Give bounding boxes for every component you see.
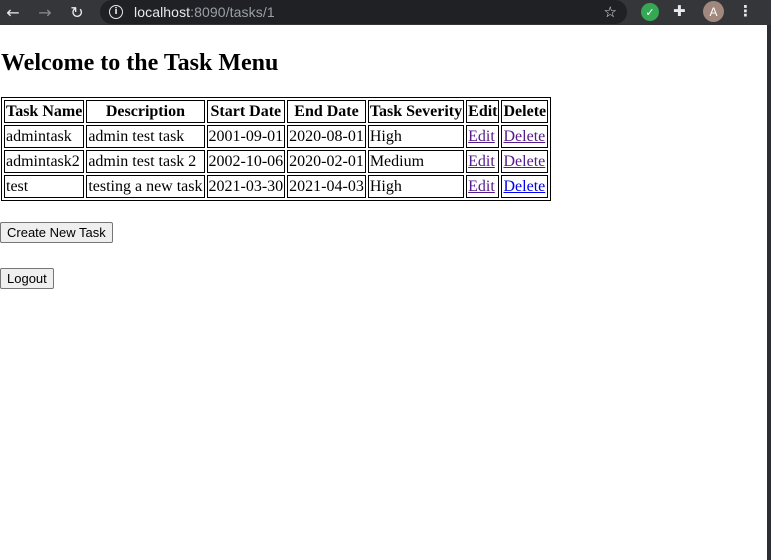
delete-link[interactable]: Delete (503, 153, 545, 170)
edit-link[interactable]: Edit (468, 128, 495, 145)
severity-cell: Medium (367, 150, 465, 173)
window-edge (767, 25, 771, 560)
url-text[interactable]: localhost:8090/tasks/1 (134, 4, 275, 20)
table-row: admintask2 admin test task 2 2002-10-06 … (4, 150, 549, 173)
reload-icon[interactable]: ↻ (64, 0, 90, 25)
logout-button[interactable]: Logout (0, 268, 54, 289)
description-cell: testing a new task (86, 175, 205, 198)
end-date-cell: 2020-02-01 (287, 150, 366, 173)
page-title: Welcome to the Task Menu (1, 50, 279, 76)
start-date-cell: 2021-03-30 (206, 175, 286, 198)
create-new-task-button[interactable]: Create New Task (0, 222, 113, 243)
address-bar[interactable]: i localhost:8090/tasks/1 ☆ (100, 0, 627, 24)
severity-cell: High (367, 175, 465, 198)
site-info-icon[interactable]: i (109, 5, 123, 19)
end-date-cell: 2021-04-03 (287, 175, 366, 198)
browser-menu-icon[interactable]: ⋮ (738, 2, 753, 20)
description-cell: admin test task (86, 125, 205, 148)
end-date-cell: 2020-08-01 (287, 125, 366, 148)
url-path: :8090/tasks/1 (190, 4, 275, 20)
column-header: Start Date (206, 100, 286, 123)
delete-link[interactable]: Delete (503, 128, 545, 145)
table-row: test testing a new task 2021-03-30 2021-… (4, 175, 549, 198)
column-header: Task Severity (367, 100, 465, 123)
description-cell: admin test task 2 (86, 150, 205, 173)
edit-cell: Edit (466, 150, 500, 173)
column-header: Description (86, 100, 205, 123)
task-name-cell: admintask2 (4, 150, 85, 173)
delete-cell: Delete (501, 175, 549, 198)
extension-check-icon[interactable]: ✓ (641, 3, 659, 21)
url-host: localhost (134, 4, 191, 20)
column-header: Task Name (4, 100, 85, 123)
edit-link[interactable]: Edit (468, 178, 495, 195)
task-table: Task Name Description Start Date End Dat… (1, 97, 552, 201)
start-date-cell: 2001-09-01 (206, 125, 286, 148)
task-name-cell: admintask (4, 125, 85, 148)
column-header: Delete (501, 100, 549, 123)
table-row: admintask admin test task 2001-09-01 202… (4, 125, 549, 148)
forward-arrow-icon[interactable]: → (32, 0, 58, 25)
column-header: End Date (287, 100, 366, 123)
profile-avatar[interactable]: A (703, 1, 724, 22)
bookmark-star-icon[interactable]: ☆ (604, 3, 617, 21)
back-arrow-icon[interactable]: ← (0, 0, 26, 25)
edit-cell: Edit (466, 125, 500, 148)
start-date-cell: 2002-10-06 (206, 150, 286, 173)
edit-cell: Edit (466, 175, 500, 198)
delete-link[interactable]: Delete (503, 178, 545, 195)
edit-link[interactable]: Edit (468, 153, 495, 170)
table-header-row: Task Name Description Start Date End Dat… (4, 100, 549, 123)
task-name-cell: test (4, 175, 85, 198)
severity-cell: High (367, 125, 465, 148)
column-header: Edit (466, 100, 500, 123)
extensions-puzzle-icon[interactable]: ✚ (673, 2, 686, 20)
delete-cell: Delete (501, 150, 549, 173)
browser-toolbar: ← → ↻ i localhost:8090/tasks/1 ☆ ✓ ✚ A ⋮ (0, 0, 771, 25)
delete-cell: Delete (501, 125, 549, 148)
